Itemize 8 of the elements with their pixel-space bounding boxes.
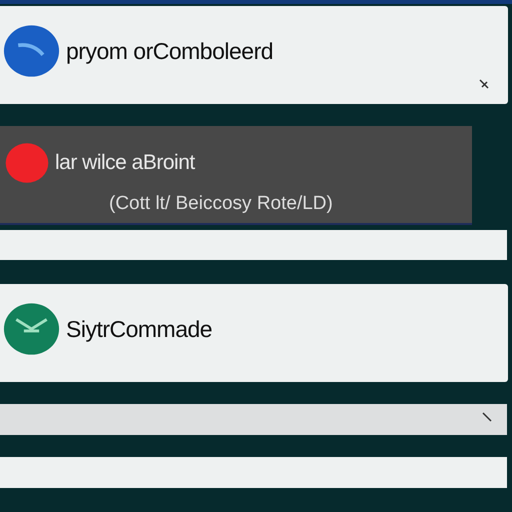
card-title: lar wilce aBroint [55,151,195,176]
list-bar[interactable] [0,230,507,260]
card-title: pryom orComboleerd [66,38,274,65]
list-card[interactable]: pryom orComboleerd [0,6,508,104]
card-title: SiytrCommade [66,316,212,343]
list-card[interactable]: SiytrCommade [0,284,508,382]
list-card[interactable]: lar wilce aBroint (Cott lt/ Beiccosy Rote/LD) [0,126,472,225]
card-subtitle: (Cott lt/ Beiccosy Rote/LD) [109,193,333,216]
